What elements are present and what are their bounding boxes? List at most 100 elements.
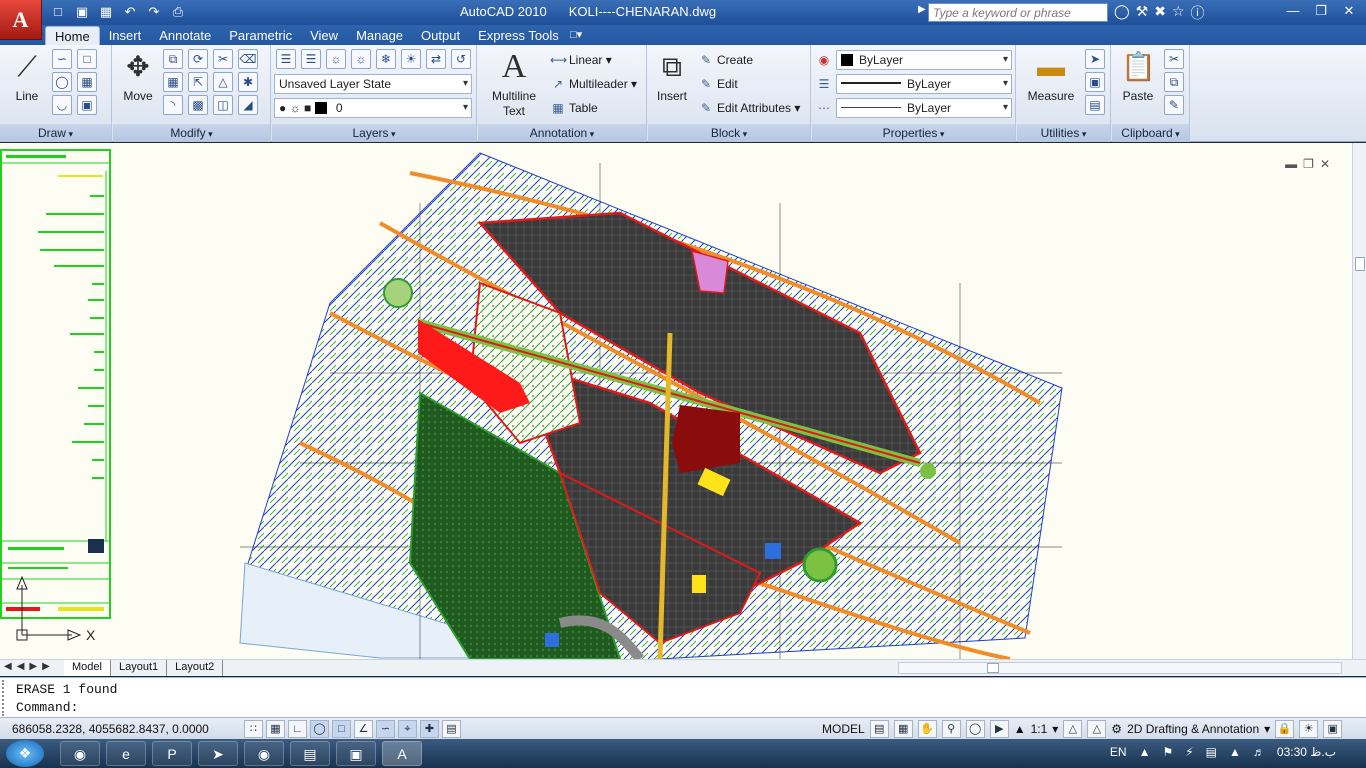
- tab-home[interactable]: Home: [45, 26, 100, 45]
- create-block-button[interactable]: ✎ Create: [698, 50, 753, 70]
- redo-icon[interactable]: ↷: [144, 3, 164, 21]
- linear-dimension-button[interactable]: ⟷ Linear ▾: [550, 50, 612, 70]
- coordinates-readout[interactable]: 686058.2328, 4055682.8437, 0.0000: [12, 722, 209, 736]
- utilities-panel-title[interactable]: Utilities: [1017, 124, 1110, 142]
- last-layout-icon[interactable]: ▶: [42, 661, 50, 672]
- horizontal-scrollbar[interactable]: [898, 662, 1342, 674]
- polyline-icon[interactable]: ∽: [52, 49, 72, 69]
- annotation-visibility-icon[interactable]: △: [1063, 720, 1083, 738]
- action-center-icon[interactable]: ⚑: [1162, 745, 1173, 759]
- layer-dropdown[interactable]: ● ☼ ■ 0: [274, 98, 472, 118]
- insert-button[interactable]: ⧉ Insert: [652, 49, 692, 103]
- layer-properties-icon[interactable]: ☰: [276, 49, 296, 69]
- lineweight-icon[interactable]: ☰: [816, 74, 835, 94]
- lock-ui-icon[interactable]: 🔒: [1275, 720, 1295, 738]
- autocad-taskbar-icon[interactable]: A: [382, 741, 422, 766]
- tab-parametric[interactable]: Parametric: [220, 26, 301, 45]
- layer-state-dropdown[interactable]: Unsaved Layer State: [274, 74, 472, 94]
- trim-icon[interactable]: ✂: [213, 49, 233, 69]
- fillet-icon[interactable]: ◝: [163, 95, 183, 115]
- copy-clip-icon[interactable]: ⧉: [1164, 72, 1184, 92]
- block-panel-title[interactable]: Block: [648, 124, 810, 142]
- first-layout-icon[interactable]: ◀: [4, 661, 12, 672]
- antivirus-icon[interactable]: ⚡: [1185, 745, 1193, 759]
- layer-match-icon[interactable]: ⇄: [426, 49, 446, 69]
- match-properties-icon[interactable]: ◉: [816, 50, 835, 70]
- mirror-icon[interactable]: △: [213, 72, 233, 92]
- select-all-icon[interactable]: ▣: [1085, 72, 1105, 92]
- powerpoint-icon[interactable]: P: [152, 741, 192, 766]
- application-menu-button[interactable]: A: [0, 0, 42, 40]
- signal-icon[interactable]: ▲: [1229, 745, 1241, 759]
- drawing-canvas[interactable]: Y X ▬ ❐ ✕: [0, 143, 1352, 659]
- plot-icon[interactable]: ⎙: [168, 3, 188, 21]
- internet-explorer-icon[interactable]: e: [106, 741, 146, 766]
- snap-mode-icon[interactable]: ∷: [244, 720, 263, 738]
- hatch-icon[interactable]: ▦: [77, 72, 97, 92]
- rectangle-icon[interactable]: □: [77, 49, 97, 69]
- next-layout-icon[interactable]: ▶: [29, 661, 37, 672]
- layout-tab-layout2[interactable]: Layout2: [167, 660, 224, 676]
- move-button[interactable]: ✥ Move: [117, 49, 159, 103]
- annotation-scale-icon[interactable]: ▲: [1014, 720, 1026, 738]
- properties-panel-title[interactable]: Properties: [812, 124, 1015, 142]
- tab-annotate[interactable]: Annotate: [150, 26, 220, 45]
- layer-states-icon[interactable]: ☰: [301, 49, 321, 69]
- horizontal-scroll-thumb[interactable]: [987, 663, 999, 673]
- measure-button[interactable]: ▬ Measure: [1023, 49, 1079, 103]
- tray-expand-icon[interactable]: ▲: [1139, 745, 1151, 759]
- layer-off-icon[interactable]: ☀: [401, 49, 421, 69]
- drawing-minimize-icon[interactable]: ▬: [1285, 157, 1297, 171]
- window-switcher-icon[interactable]: ▣: [336, 741, 376, 766]
- draw-panel-title[interactable]: Draw: [0, 124, 111, 142]
- layout-tab-layout1[interactable]: Layout1: [111, 660, 168, 676]
- communication-icon[interactable]: ✖: [1154, 3, 1166, 23]
- auto-scale-icon[interactable]: △: [1087, 720, 1107, 738]
- modify-panel-title[interactable]: Modify: [113, 124, 270, 142]
- color-dropdown[interactable]: ByLayer: [836, 50, 1012, 70]
- firefox-icon[interactable]: ◉: [244, 741, 284, 766]
- open-icon[interactable]: ▣: [72, 3, 92, 21]
- command-grip[interactable]: [2, 680, 10, 716]
- tab-output[interactable]: Output: [412, 26, 469, 45]
- close-icon[interactable]: ✕: [1336, 2, 1362, 20]
- object-snap-icon[interactable]: □: [332, 720, 351, 738]
- media-player-icon[interactable]: ◉: [60, 741, 100, 766]
- paste-button[interactable]: 📋 Paste: [1116, 49, 1160, 103]
- annotation-panel-title[interactable]: Annotation: [478, 124, 646, 142]
- layers-panel-title[interactable]: Layers: [272, 124, 476, 142]
- cut-icon[interactable]: ✂: [1164, 49, 1184, 69]
- quick-view-layouts-icon[interactable]: ▤: [869, 720, 889, 738]
- multileader-button[interactable]: ↗ Multileader ▾: [550, 74, 637, 94]
- isolate-objects-icon[interactable]: ☀: [1299, 720, 1319, 738]
- erase-icon[interactable]: ⌫: [238, 49, 258, 69]
- linetype-dropdown[interactable]: ByLayer: [836, 98, 1012, 118]
- multiline-text-button[interactable]: A Multiline Text: [484, 49, 544, 119]
- table-button[interactable]: ▦ Table: [550, 98, 597, 118]
- tab-view[interactable]: View: [301, 26, 347, 45]
- network-icon[interactable]: ▤: [1206, 745, 1217, 759]
- telegram-icon[interactable]: ➤: [198, 741, 238, 766]
- workspace-gear-icon[interactable]: ⚙: [1111, 720, 1122, 738]
- layer-isolate-icon[interactable]: ☼: [326, 49, 346, 69]
- edit-block-button[interactable]: ✎ Edit: [698, 74, 738, 94]
- clock[interactable]: 03:30 ب.ظ: [1277, 745, 1336, 759]
- language-indicator[interactable]: EN: [1110, 745, 1127, 759]
- tab-express-tools[interactable]: Express Tools: [469, 26, 568, 45]
- save-icon[interactable]: ▦: [96, 3, 116, 21]
- command-prompt[interactable]: Command:: [16, 700, 78, 715]
- drawing-close-icon[interactable]: ✕: [1320, 157, 1330, 171]
- zoom-icon[interactable]: ⚲: [941, 720, 961, 738]
- rotate-icon[interactable]: ⟳: [188, 49, 208, 69]
- drawing-restore-icon[interactable]: ❐: [1303, 157, 1314, 171]
- explode-icon[interactable]: ✱: [238, 72, 258, 92]
- quick-select-icon[interactable]: ➤: [1085, 49, 1105, 69]
- linetype-icon[interactable]: ⋯: [816, 98, 835, 118]
- ducs-icon[interactable]: ∽: [376, 720, 395, 738]
- dynamic-input-icon[interactable]: ⌖: [398, 720, 417, 738]
- clipboard-panel-title[interactable]: Clipboard: [1112, 124, 1189, 142]
- vertical-scroll-thumb[interactable]: [1355, 257, 1365, 271]
- lineweight-dropdown[interactable]: ByLayer: [836, 74, 1012, 94]
- restore-icon[interactable]: ❐: [1308, 2, 1334, 20]
- undo-icon[interactable]: ↶: [120, 3, 140, 21]
